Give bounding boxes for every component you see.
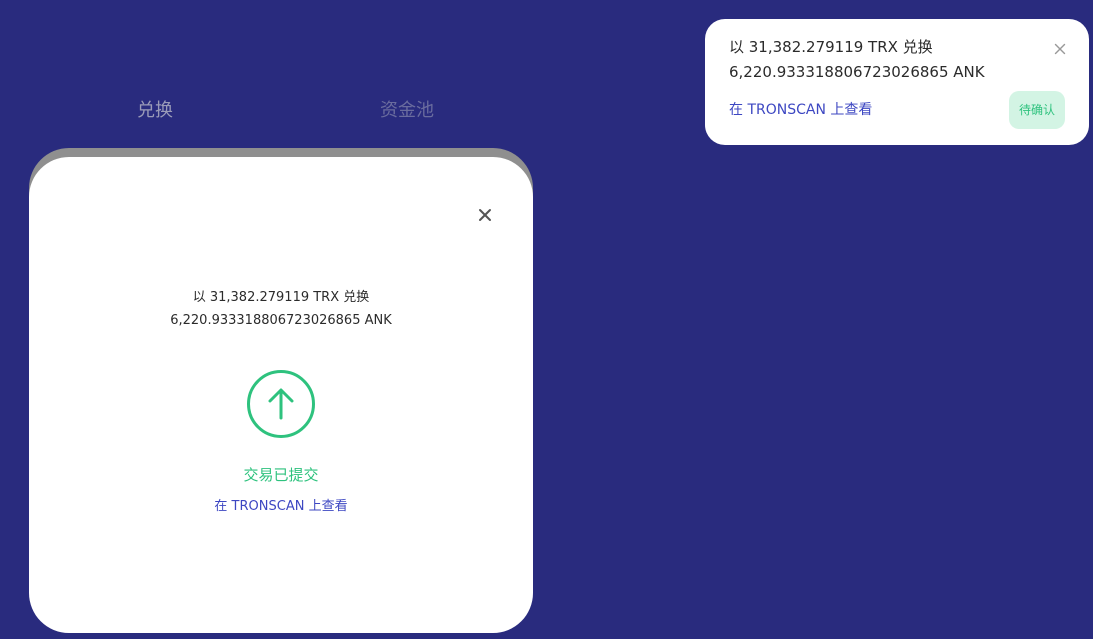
swap-summary-line2: 6,220.933318806723026865 ANK xyxy=(170,313,392,328)
tab-pool[interactable]: 资金池 xyxy=(380,98,434,124)
transaction-submitted-modal: 以 31,382.279119 TRX 兑换 6,220.93331880672… xyxy=(29,157,533,633)
toast-summary-line2: 6,220.933318806723026865 ANK xyxy=(729,63,985,81)
tab-swap[interactable]: 兑换 xyxy=(137,98,173,124)
arrow-up-circle-icon xyxy=(246,369,316,439)
close-icon[interactable] xyxy=(475,205,495,225)
swap-summary-line1: 以 31,382.279119 TRX 兑换 xyxy=(192,290,370,305)
transaction-toast: 以 31,382.279119 TRX 兑换 6,220.93331880672… xyxy=(705,19,1089,145)
close-icon[interactable] xyxy=(1053,41,1067,55)
swap-summary: 以 31,382.279119 TRX 兑换 6,220.93331880672… xyxy=(29,286,533,332)
toast-summary-line1: 以 31,382.279119 TRX 兑换 xyxy=(729,38,933,56)
tronscan-link[interactable]: 在 TRONSCAN 上查看 xyxy=(29,497,533,517)
pending-status-badge: 待确认 xyxy=(1009,91,1065,129)
toast-tronscan-link[interactable]: 在 TRONSCAN 上查看 xyxy=(729,100,872,120)
toast-summary: 以 31,382.279119 TRX 兑换 6,220.93331880672… xyxy=(729,35,985,85)
status-text: 交易已提交 xyxy=(243,466,319,484)
